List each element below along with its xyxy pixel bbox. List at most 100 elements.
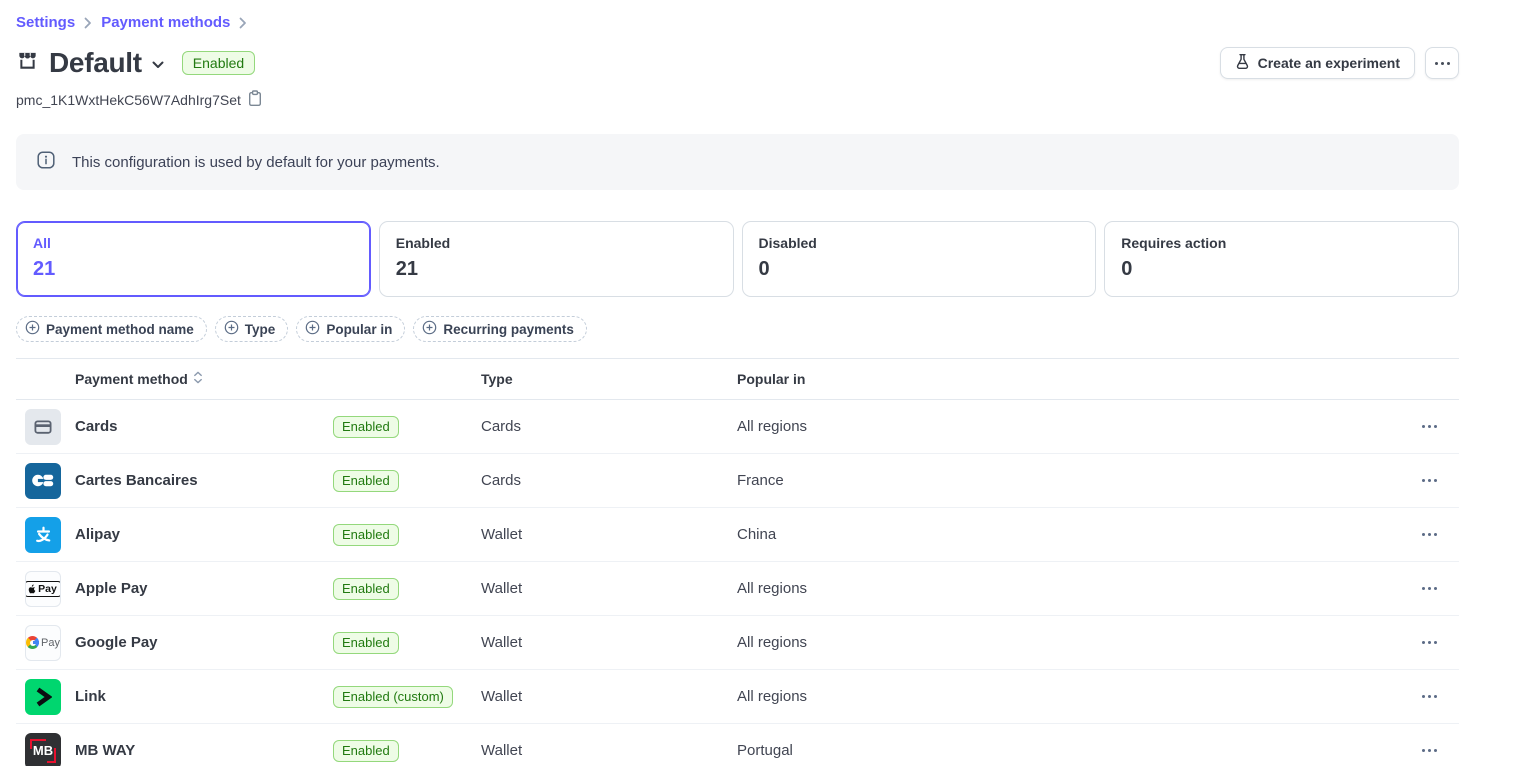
status-badge: Enabled xyxy=(333,416,399,438)
breadcrumb-settings[interactable]: Settings xyxy=(16,14,75,31)
clipboard-icon xyxy=(248,90,262,110)
row-overflow-button[interactable] xyxy=(1415,578,1443,600)
flask-icon xyxy=(1235,53,1250,73)
filter-popular-in[interactable]: Popular in xyxy=(296,316,405,342)
table-row[interactable]: MB MB WAY Enabled Wallet Portugal xyxy=(16,724,1459,766)
table-row[interactable]: Cartes Bancaires Enabled Cards France xyxy=(16,454,1459,508)
ellipsis-icon xyxy=(1435,62,1450,65)
plus-circle-icon xyxy=(224,320,239,338)
google-pay-icon: Pay xyxy=(25,625,61,661)
filter-bar: Payment method name Type Popular in Recu… xyxy=(16,316,1459,342)
payment-method-popular-in: All regions xyxy=(737,418,1399,435)
payment-method-name: Link xyxy=(75,688,333,705)
payment-method-type: Wallet xyxy=(481,742,737,759)
alipay-icon xyxy=(25,517,61,553)
filter-type[interactable]: Type xyxy=(215,316,289,342)
cartes-bancaires-icon xyxy=(25,463,61,499)
ellipsis-icon xyxy=(1422,479,1437,482)
filter-label: Recurring payments xyxy=(443,322,574,337)
ellipsis-icon xyxy=(1422,533,1437,536)
payment-method-type: Wallet xyxy=(481,526,737,543)
breadcrumb-payment-methods[interactable]: Payment methods xyxy=(101,14,230,31)
payment-method-popular-in: France xyxy=(737,472,1399,489)
config-id-row: pmc_1K1WxtHekC56W7AdhIrg7Set xyxy=(16,90,1459,110)
stat-card-all[interactable]: All 21 xyxy=(16,221,371,297)
column-header-payment-method[interactable]: Payment method xyxy=(75,371,481,387)
stat-value: 0 xyxy=(759,258,1080,281)
row-overflow-button[interactable] xyxy=(1415,470,1443,492)
plus-circle-icon xyxy=(422,320,437,338)
breadcrumb: Settings Payment methods xyxy=(16,0,1459,31)
payment-methods-table: Payment method Type Popular in Cards Ena… xyxy=(16,358,1459,766)
payment-method-name: Cards xyxy=(75,418,333,435)
status-badge: Enabled xyxy=(333,470,399,492)
status-badge: Enabled (custom) xyxy=(333,686,453,708)
stat-card-requires-action[interactable]: Requires action 0 xyxy=(1104,221,1459,297)
filter-label: Type xyxy=(245,322,276,337)
row-overflow-button[interactable] xyxy=(1415,740,1443,762)
payment-method-name: Google Pay xyxy=(75,634,333,651)
google-pay-mark-label: Pay xyxy=(41,637,60,649)
apple-pay-icon: Pay xyxy=(25,571,61,607)
stat-card-enabled[interactable]: Enabled 21 xyxy=(379,221,734,297)
ellipsis-icon xyxy=(1422,641,1437,644)
mb-way-icon: MB xyxy=(25,733,61,766)
row-overflow-button[interactable] xyxy=(1415,686,1443,708)
status-badge: Enabled xyxy=(333,524,399,546)
status-badge: Enabled xyxy=(182,51,255,75)
mb-way-mark-label: MB xyxy=(33,743,53,758)
table-row[interactable]: Pay Apple Pay Enabled Wallet All regions xyxy=(16,562,1459,616)
row-overflow-button[interactable] xyxy=(1415,416,1443,438)
header-overflow-button[interactable] xyxy=(1425,47,1459,79)
config-id: pmc_1K1WxtHekC56W7AdhIrg7Set xyxy=(16,92,241,108)
cards-icon xyxy=(25,409,61,445)
stat-card-disabled[interactable]: Disabled 0 xyxy=(742,221,1097,297)
plus-circle-icon xyxy=(25,320,40,338)
stat-value: 21 xyxy=(396,258,717,281)
payment-method-popular-in: All regions xyxy=(737,634,1399,651)
row-overflow-button[interactable] xyxy=(1415,524,1443,546)
google-logo: Pay xyxy=(26,636,60,649)
filter-payment-method-name[interactable]: Payment method name xyxy=(16,316,207,342)
payment-method-popular-in: All regions xyxy=(737,688,1399,705)
filter-label: Payment method name xyxy=(46,322,194,337)
stat-value: 21 xyxy=(33,258,354,281)
create-experiment-button[interactable]: Create an experiment xyxy=(1220,47,1415,79)
payment-method-popular-in: All regions xyxy=(737,580,1399,597)
stat-label: All xyxy=(33,235,354,251)
stat-value: 0 xyxy=(1121,258,1442,281)
copy-config-id-button[interactable] xyxy=(248,90,262,110)
filter-recurring-payments[interactable]: Recurring payments xyxy=(413,316,587,342)
payment-method-popular-in: China xyxy=(737,526,1399,543)
ellipsis-icon xyxy=(1422,749,1437,752)
ellipsis-icon xyxy=(1422,695,1437,698)
storefront-icon xyxy=(16,49,39,77)
create-experiment-label: Create an experiment xyxy=(1258,55,1400,71)
table-header: Payment method Type Popular in xyxy=(16,358,1459,400)
status-badge: Enabled xyxy=(333,632,399,654)
table-row[interactable]: Alipay Enabled Wallet China xyxy=(16,508,1459,562)
payment-method-name: Cartes Bancaires xyxy=(75,472,333,489)
chevron-right-icon xyxy=(239,17,247,29)
link-icon xyxy=(25,679,61,715)
ellipsis-icon xyxy=(1422,425,1437,428)
payment-method-name: Alipay xyxy=(75,526,333,543)
apple-logo: Pay xyxy=(25,581,61,597)
banner-text: This configuration is used by default fo… xyxy=(72,154,440,171)
table-row[interactable]: Link Enabled (custom) Wallet All regions xyxy=(16,670,1459,724)
payment-method-type: Cards xyxy=(481,418,737,435)
payment-method-type: Cards xyxy=(481,472,737,489)
page-header: Default Enabled Create an experiment xyxy=(16,46,1459,80)
payment-method-name: MB WAY xyxy=(75,742,333,759)
column-header-popular-in: Popular in xyxy=(737,371,1399,387)
table-row[interactable]: Pay Google Pay Enabled Wallet All region… xyxy=(16,616,1459,670)
page-title: Default xyxy=(49,47,142,79)
status-badge: Enabled xyxy=(333,578,399,600)
row-overflow-button[interactable] xyxy=(1415,632,1443,654)
table-row[interactable]: Cards Enabled Cards All regions xyxy=(16,400,1459,454)
stat-cards: All 21 Enabled 21 Disabled 0 Requires ac… xyxy=(16,221,1459,297)
payment-method-popular-in: Portugal xyxy=(737,742,1399,759)
stat-label: Disabled xyxy=(759,235,1080,251)
chevron-down-icon[interactable] xyxy=(152,61,164,69)
column-header-type: Type xyxy=(481,371,737,387)
